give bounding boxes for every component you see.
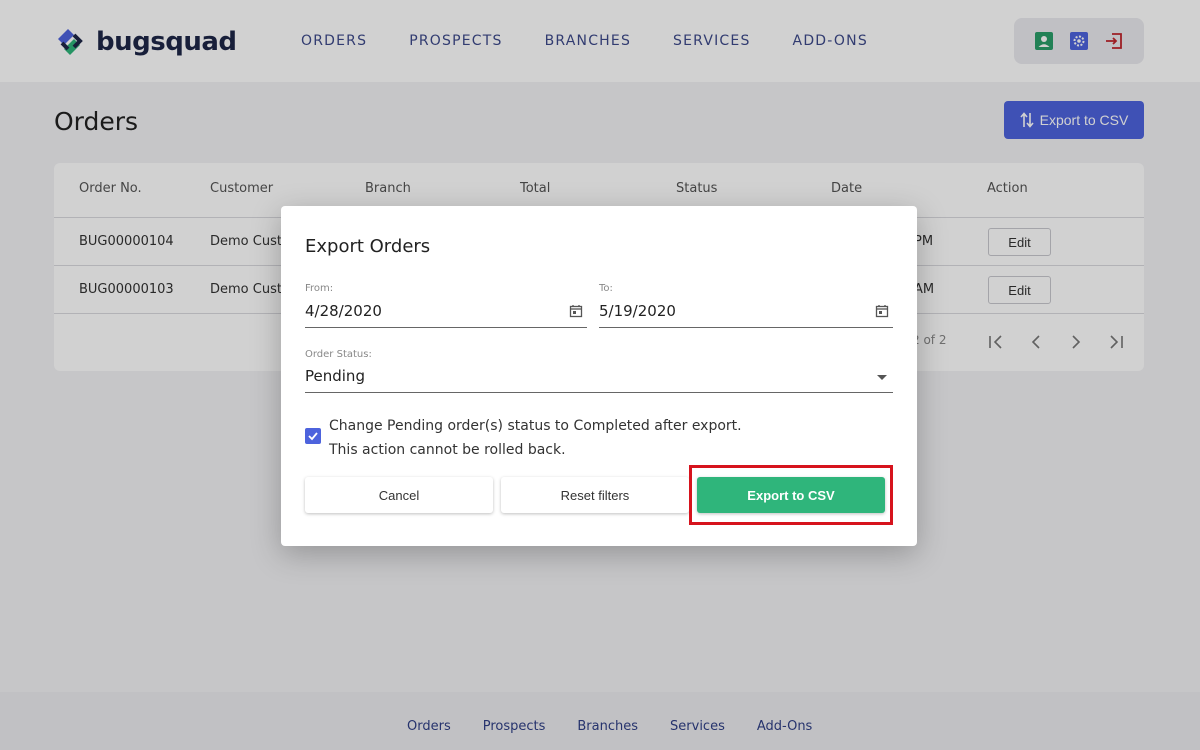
- export-to-csv-button[interactable]: Export to CSV: [697, 477, 885, 513]
- export-orders-dialog: Export Orders From: 4/28/2020 To: 5/19/2…: [281, 206, 917, 546]
- caret-down-icon: [877, 375, 887, 380]
- to-date-label: To:: [599, 283, 613, 294]
- from-date-field[interactable]: 4/28/2020: [305, 298, 587, 328]
- checkmark-icon: [308, 432, 318, 441]
- order-status-select[interactable]: Pending: [305, 363, 893, 393]
- calendar-icon[interactable]: [569, 304, 583, 318]
- order-status-value: Pending: [305, 367, 365, 385]
- cancel-button[interactable]: Cancel: [305, 477, 493, 513]
- change-status-checkbox[interactable]: [305, 428, 321, 444]
- rollback-warning-text: This action cannot be rolled back.: [329, 442, 566, 458]
- to-date-field[interactable]: 5/19/2020: [599, 298, 893, 328]
- change-status-text: Change Pending order(s) status to Comple…: [329, 418, 742, 434]
- calendar-icon[interactable]: [875, 304, 889, 318]
- order-status-label: Order Status:: [305, 349, 372, 360]
- to-date-value: 5/19/2020: [599, 302, 676, 320]
- change-status-label[interactable]: Change Pending order(s) status to Comple…: [329, 414, 742, 462]
- from-date-value: 4/28/2020: [305, 302, 382, 320]
- reset-filters-button[interactable]: Reset filters: [501, 477, 689, 513]
- dialog-title: Export Orders: [305, 236, 431, 257]
- from-date-label: From:: [305, 283, 334, 294]
